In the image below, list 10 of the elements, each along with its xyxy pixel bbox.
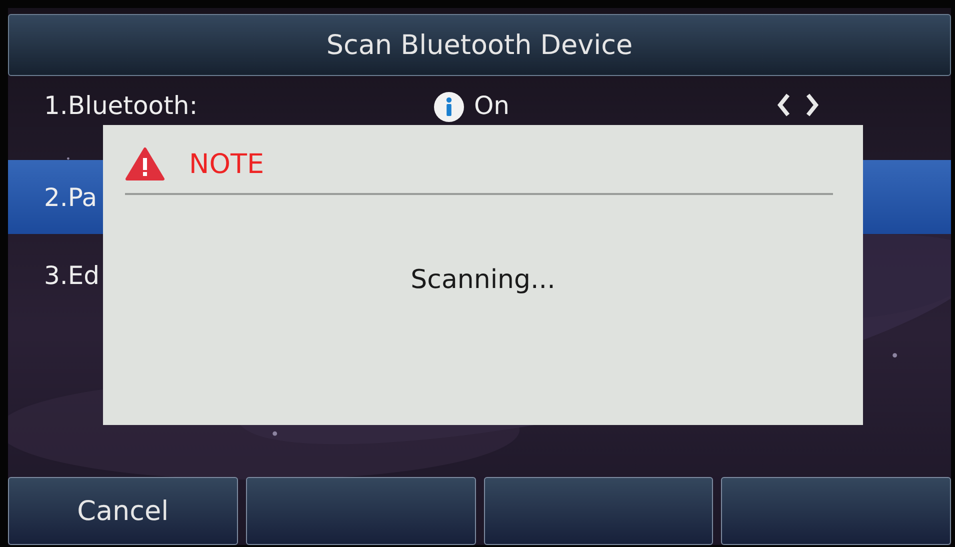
softkey[interactable]: Cancel [8, 477, 238, 545]
dialog-title: NOTE [189, 148, 264, 180]
dialog-message: Scanning... [410, 265, 556, 295]
softkey[interactable] [721, 477, 951, 545]
warning-icon [125, 147, 165, 181]
info-icon [434, 92, 464, 122]
softkey[interactable] [484, 477, 714, 545]
value-text: On [474, 92, 511, 120]
screen-title: Scan Bluetooth Device [326, 30, 633, 60]
softkey[interactable] [246, 477, 476, 545]
